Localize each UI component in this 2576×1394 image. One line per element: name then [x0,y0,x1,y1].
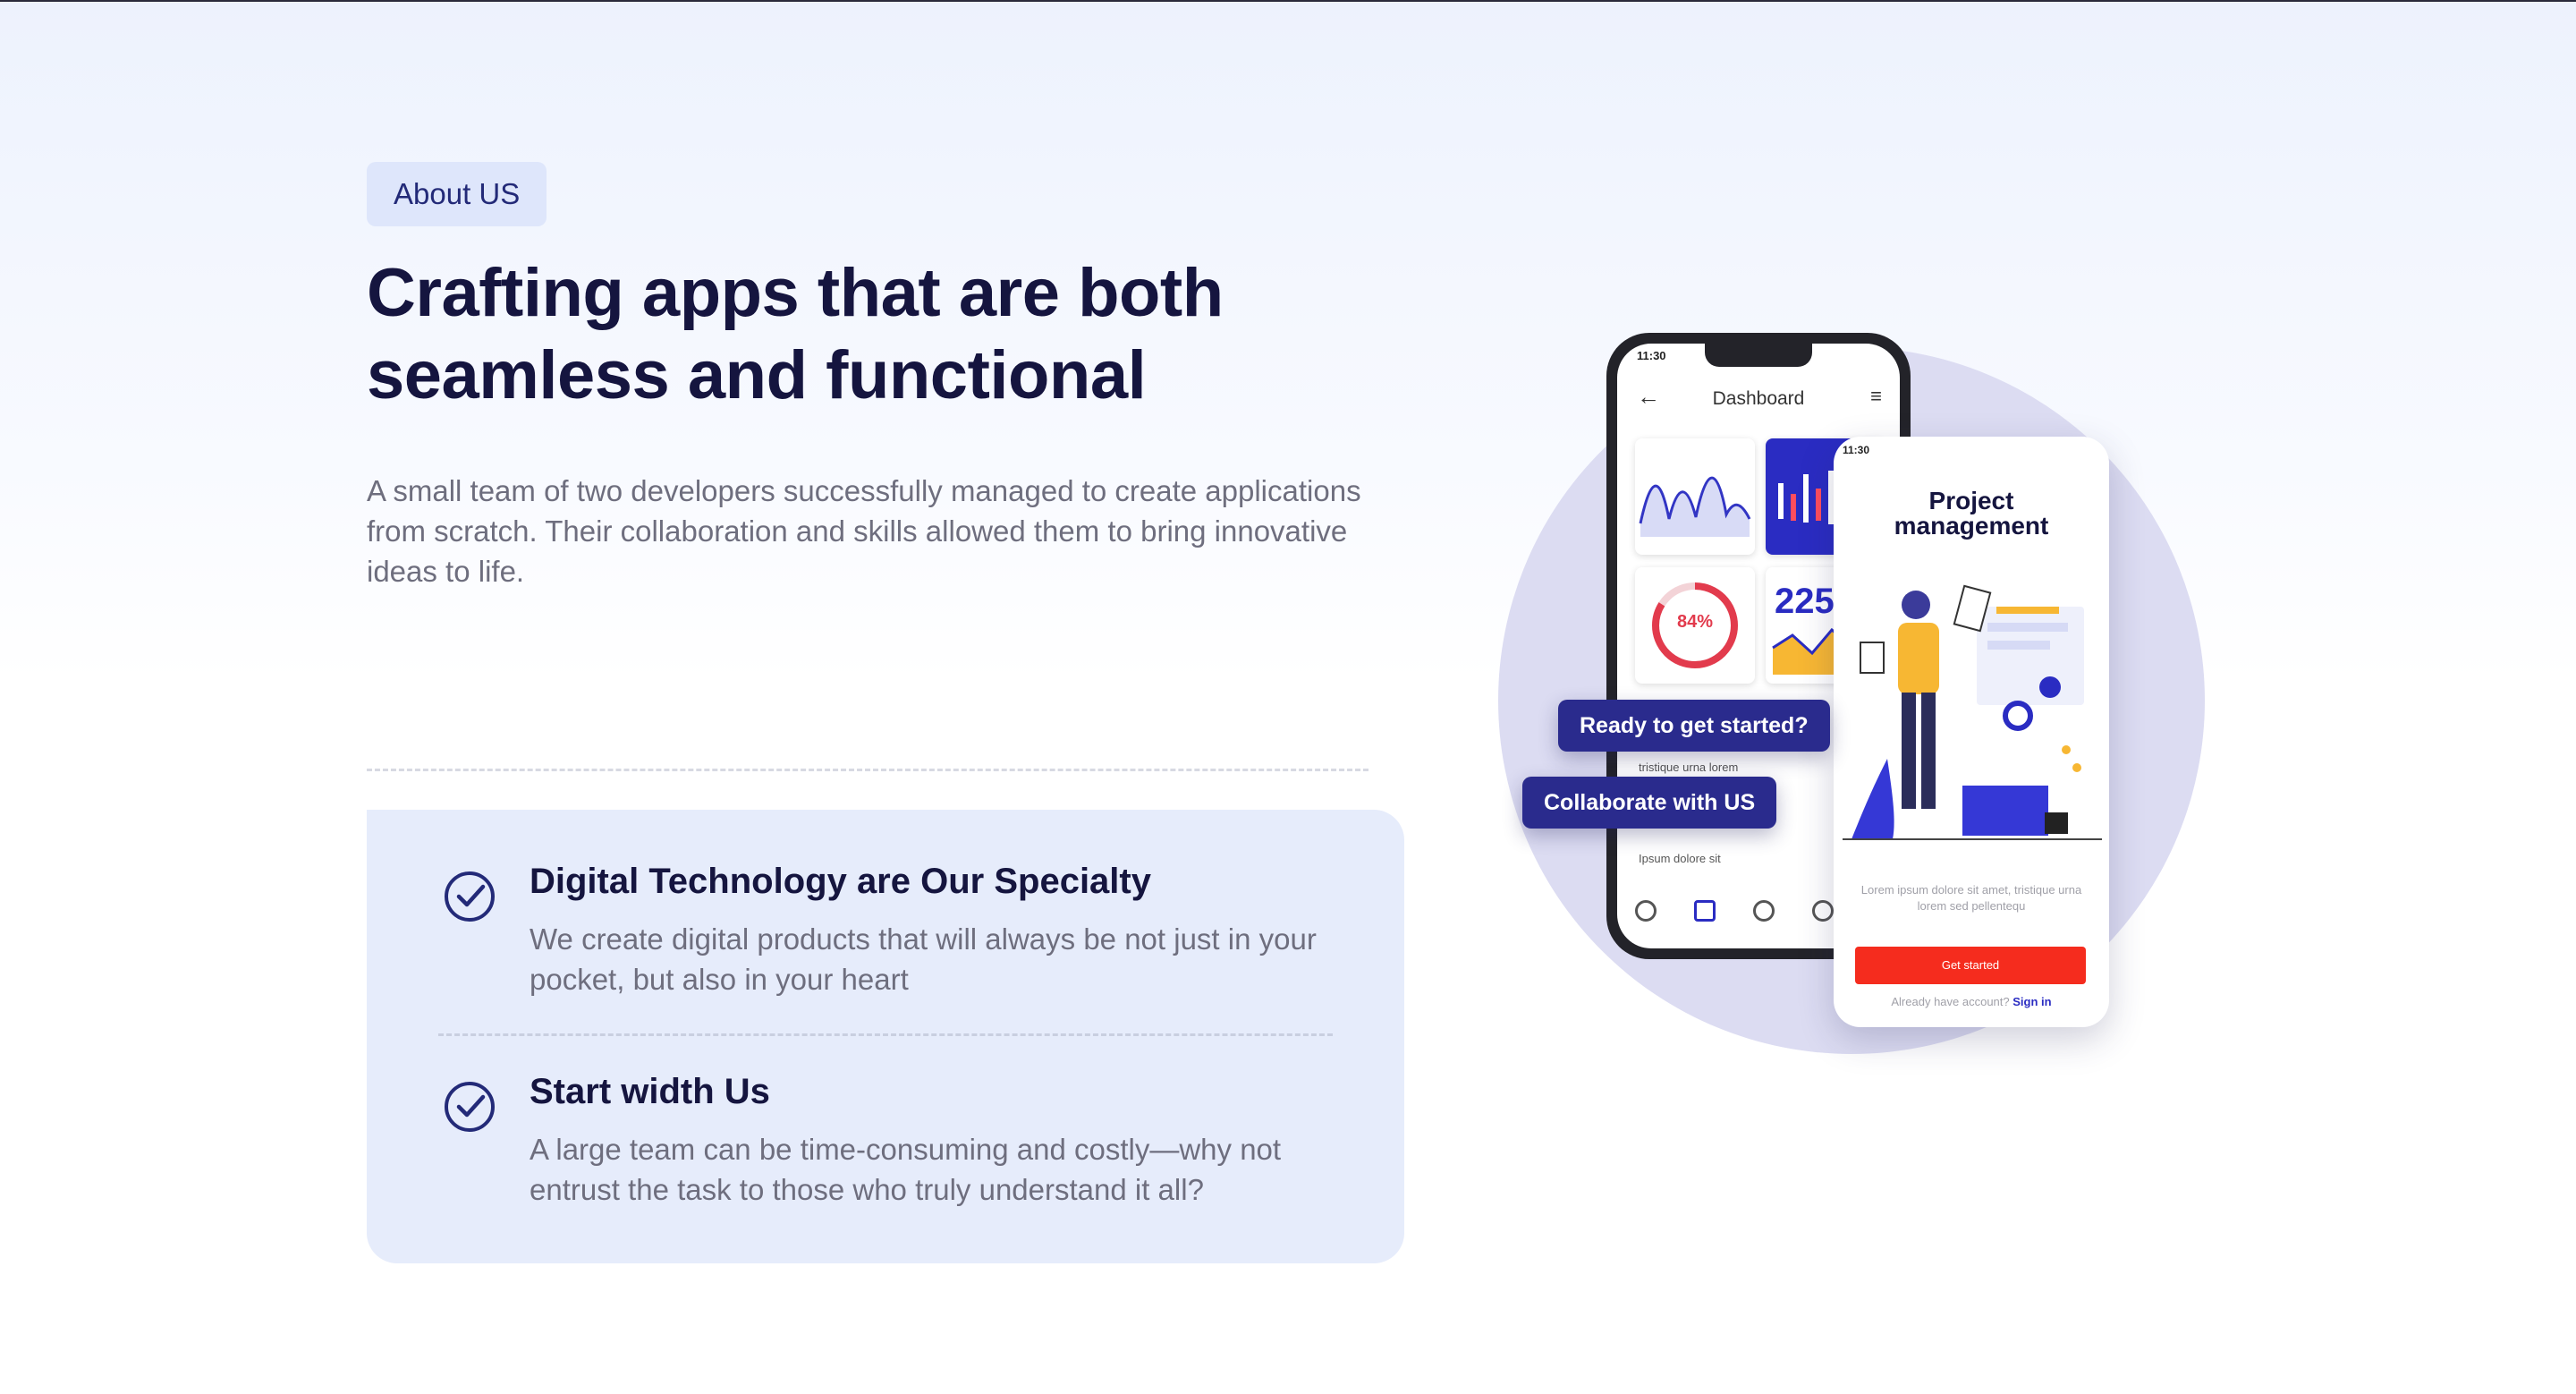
feature-description: We create digital products that will alw… [530,922,1317,996]
project-title: Project management [1834,489,2109,539]
collaborate-with-us-button[interactable]: Collaborate with US [1522,777,1777,829]
top-border [0,0,2576,2]
about-us-badge: About US [367,162,547,226]
progress-ring-card: 84% [1635,567,1755,684]
check-circle-icon [445,1082,495,1132]
phone-notch [1705,344,1812,367]
ready-to-get-started-button[interactable]: Ready to get started? [1558,700,1830,752]
sign-in-link: Sign in [2012,995,2052,1008]
status-time: 11:30 [1637,349,1666,362]
features-panel: Digital Technology are Our Specialty We … [367,810,1404,1263]
check-circle-icon [445,871,495,922]
location-icon [1753,900,1775,922]
wave-chart-graphic [1639,476,1751,537]
feature-title: Digital Technology are Our Specialty [530,862,1151,901]
menu-icon: ≡ [1870,385,1882,407]
section-divider [367,769,1368,771]
page-title-line-2: seamless and functional [367,337,1147,413]
feature-divider [438,1033,1333,1036]
list-item: Ipsum dolore sit [1639,852,1721,865]
intro-paragraph: A small team of two developers successfu… [367,474,1361,588]
project-title-line-1: Project [1928,487,2014,514]
bulb-icon [1635,900,1657,922]
info-icon [1812,900,1834,922]
project-phone-mockup: 11:30 Project management Lorem ipsum dol… [1834,437,2109,1027]
wave-chart-card [1635,438,1755,555]
progress-ring-value: 84% [1676,612,1714,632]
signin-prompt: Already have account? Sign in [1834,995,2109,1008]
project-manager-illustration [1843,584,2102,840]
feature-title: Start width Us [530,1072,770,1111]
get-started-button: Get started [1855,947,2086,984]
page-title-line-1: Crafting apps that are both [367,255,1224,331]
project-title-line-2: management [1894,512,2049,540]
status-time: 11:30 [1843,444,1870,456]
app-illustration: 11:30 ← Dashboard ≡ 84% 225 tristique ur… [1467,322,2272,1109]
page-title: Crafting apps that are both seamless and… [367,252,1422,417]
list-item: tristique urna lorem [1639,761,1739,774]
project-description: Lorem ipsum dolore sit amet, tristique u… [1860,883,2082,913]
feature-description: A large team can be time-consuming and c… [530,1133,1282,1206]
account-prompt: Already have account? [1891,995,2010,1008]
dashboard-title: Dashboard [1712,388,1805,409]
folder-icon [1694,900,1716,922]
